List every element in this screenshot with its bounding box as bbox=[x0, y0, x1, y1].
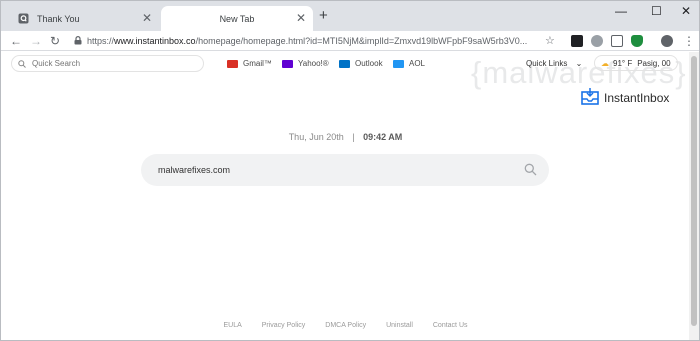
maximize-icon[interactable]: ☐ bbox=[651, 4, 662, 18]
aol-icon bbox=[393, 59, 404, 68]
outlook-link[interactable]: Outlook bbox=[339, 59, 383, 68]
date-time-separator: | bbox=[352, 132, 355, 142]
new-tab-icon[interactable]: + bbox=[319, 8, 328, 24]
scrollbar[interactable] bbox=[689, 52, 699, 340]
close-icon[interactable]: ✕ bbox=[296, 12, 306, 24]
yahoo-icon bbox=[282, 59, 293, 68]
back-icon[interactable]: ← bbox=[10, 33, 22, 49]
weather-widget[interactable]: ☁ 91° F Pasig, 00 bbox=[594, 55, 678, 71]
url-text: https://www.instantinbox.co/homepage/hom… bbox=[87, 36, 528, 46]
footer-link-contact-us[interactable]: Contact Us bbox=[433, 322, 468, 329]
tab-title: Thank You bbox=[37, 13, 80, 24]
shield-extension-icon[interactable] bbox=[631, 35, 643, 47]
footer-links: EULA Privacy Policy DMCA Policy Uninstal… bbox=[1, 322, 690, 329]
quick-search-box[interactable] bbox=[11, 55, 204, 72]
chevron-down-icon: ⌄ bbox=[575, 59, 583, 68]
extension-icon[interactable] bbox=[591, 35, 603, 47]
browser-toolbar: ← → ↻ https://www.instantinbox.co/homepa… bbox=[1, 31, 699, 51]
scrollbar-thumb[interactable] bbox=[691, 56, 697, 326]
date-text: Thu, Jun 20th bbox=[288, 132, 344, 142]
search-icon bbox=[18, 55, 26, 73]
footer-link-privacy-policy[interactable]: Privacy Policy bbox=[262, 322, 306, 329]
address-bar[interactable]: https://www.instantinbox.co/homepage/hom… bbox=[74, 32, 561, 50]
tab-strip: Thank You ✕ New Tab ✕ + — ☐ ✕ bbox=[1, 1, 699, 31]
extension-icon[interactable] bbox=[571, 35, 583, 47]
weather-temp: 91° F bbox=[613, 58, 633, 68]
gmail-icon bbox=[227, 59, 238, 68]
gmail-link[interactable]: Gmail™ bbox=[227, 59, 272, 68]
yahoo-link[interactable]: Yahoo!® bbox=[282, 59, 329, 68]
brand-name: InstantInbox bbox=[604, 91, 670, 105]
shield-icon bbox=[17, 13, 29, 25]
reload-icon[interactable]: ↻ bbox=[50, 33, 60, 49]
quick-search-input[interactable] bbox=[32, 59, 192, 68]
profile-avatar-icon[interactable] bbox=[661, 35, 673, 47]
tab-title: New Tab bbox=[219, 13, 255, 24]
weather-location: Pasig, 00 bbox=[637, 58, 671, 68]
time-text: 09:42 AM bbox=[363, 132, 403, 142]
menu-icon[interactable]: ⋮ bbox=[683, 33, 695, 49]
mail-extension-icon[interactable] bbox=[611, 35, 623, 47]
browser-window: Thank You ✕ New Tab ✕ + — ☐ ✕ ← → ↻ http… bbox=[0, 0, 700, 341]
lock-icon bbox=[74, 32, 82, 50]
close-icon[interactable]: ✕ bbox=[142, 12, 152, 24]
tab-new-tab[interactable]: New Tab ✕ bbox=[161, 6, 313, 31]
instantinbox-logo[interactable]: InstantInbox bbox=[581, 88, 669, 108]
search-input[interactable]: malwarefixes.com bbox=[158, 165, 230, 175]
window-close-icon[interactable]: ✕ bbox=[681, 4, 691, 18]
search-icon[interactable] bbox=[524, 163, 537, 178]
footer-link-dmca-policy[interactable]: DMCA Policy bbox=[325, 322, 366, 329]
tab-thank-you[interactable]: Thank You ✕ bbox=[9, 6, 159, 31]
quick-links-dropdown[interactable]: Quick Links ⌄ bbox=[526, 59, 582, 68]
bookmark-star-icon[interactable]: ☆ bbox=[545, 33, 555, 49]
new-tab-page: {malwarefixes} Gmail™ Yahoo!® Outlook AO… bbox=[1, 52, 690, 340]
footer-link-eula[interactable]: EULA bbox=[223, 322, 241, 329]
minimize-icon[interactable]: — bbox=[615, 4, 627, 18]
footer-link-uninstall[interactable]: Uninstall bbox=[386, 322, 413, 329]
forward-icon[interactable]: → bbox=[30, 33, 42, 49]
inbox-logo-icon bbox=[581, 88, 599, 108]
main-search-box[interactable]: malwarefixes.com bbox=[141, 154, 549, 186]
date-time: Thu, Jun 20th | 09:42 AM bbox=[1, 132, 690, 142]
aol-link[interactable]: AOL bbox=[393, 59, 425, 68]
outlook-icon bbox=[339, 59, 350, 68]
partly-cloudy-icon: ☁ bbox=[601, 58, 609, 68]
